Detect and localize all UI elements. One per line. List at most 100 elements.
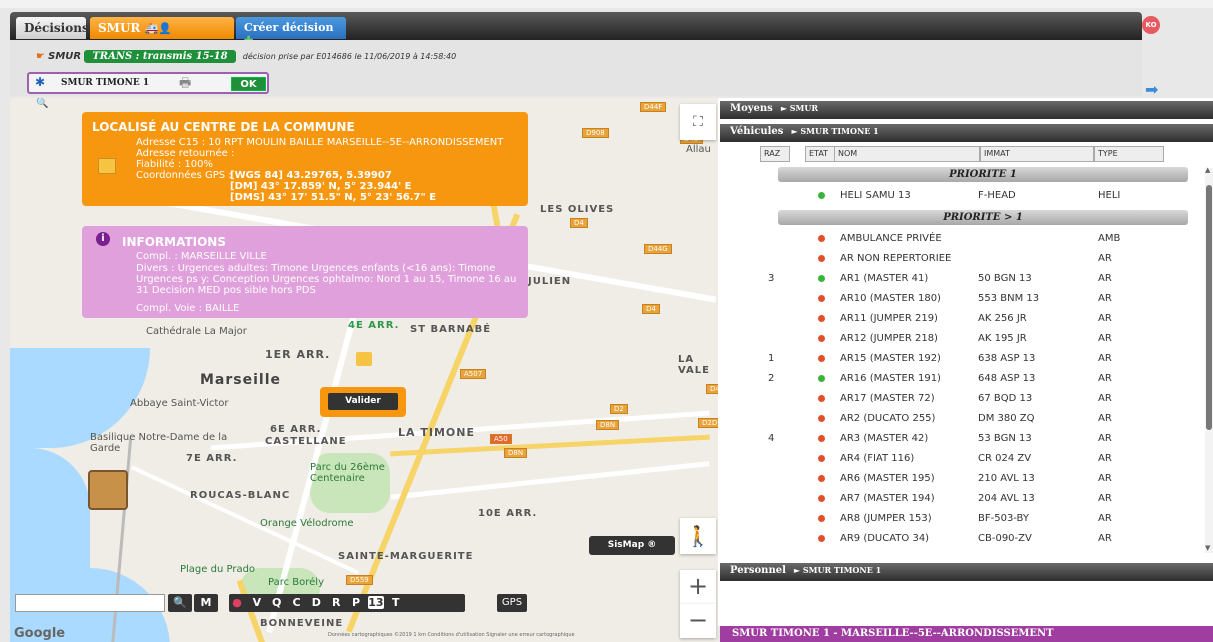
ambulance-icon: 🚑👤 bbox=[144, 22, 172, 35]
vehicle-row[interactable]: AR8 (JUMPER 153) BF-503-BY AR bbox=[720, 509, 1200, 528]
vehicle-immat: AK 195 JR bbox=[978, 333, 1027, 344]
map-label: 4E ARR. bbox=[348, 320, 400, 331]
vehicle-row[interactable]: AR4 (FIAT 116) CR 024 ZV AR bbox=[720, 449, 1200, 468]
vehicle-row[interactable]: AR NON REPERTORIEE AR bbox=[720, 249, 1200, 268]
vehicle-row[interactable]: AMBULANCE PRIVÉE AMB bbox=[720, 229, 1200, 248]
moyens-sub: ► SMUR bbox=[780, 103, 819, 113]
map-label: Plage du Prado bbox=[180, 564, 256, 575]
filter-13[interactable]: 13 bbox=[367, 596, 384, 609]
fullscreen-icon[interactable]: ⛶ bbox=[680, 104, 716, 140]
personnel-header[interactable]: Personnel ► SMUR TIMONE 1 bbox=[720, 563, 1213, 581]
road-shield: D8N bbox=[504, 448, 528, 458]
map-label: Parc Borély bbox=[268, 577, 324, 588]
status-dot-icon bbox=[818, 535, 825, 542]
sismap-button[interactable]: SisMap ® bbox=[589, 536, 675, 555]
tab-create-decision[interactable]: Créer décision ✚ bbox=[236, 17, 346, 47]
vehicle-row[interactable]: AR6 (MASTER 195) 210 AVL 13 AR bbox=[720, 469, 1200, 488]
status-dot-icon bbox=[818, 255, 825, 262]
col-etat[interactable]: ETAT bbox=[805, 146, 835, 162]
magnifier-icon[interactable]: 🔍 bbox=[36, 98, 48, 109]
vehicle-row[interactable]: 3 AR1 (MASTER 41) 50 BGN 13 AR bbox=[720, 269, 1200, 288]
scroll-down-icon[interactable]: ▼ bbox=[1205, 544, 1210, 552]
hand-pointer-icon: ☛ bbox=[36, 51, 45, 62]
search-button[interactable]: 🔍 bbox=[168, 594, 192, 612]
map-pin-icon[interactable]: ● bbox=[229, 596, 245, 609]
vehicle-row[interactable]: AR17 (MASTER 72) 67 BQD 13 AR bbox=[720, 389, 1200, 408]
map-label: JULIEN bbox=[528, 276, 572, 287]
road-shield: D2 bbox=[610, 404, 628, 414]
zoom-out-button[interactable]: − bbox=[680, 604, 716, 638]
vehicle-type: AR bbox=[1098, 393, 1112, 404]
unit-footer-bar: SMUR TIMONE 1 - MARSEILLE--5E--ARRONDISS… bbox=[720, 626, 1213, 642]
vehicle-row[interactable]: AR2 (DUCATO 255) DM 380 ZQ AR bbox=[720, 409, 1200, 428]
vehicle-row[interactable]: AR9 (DUCATO 34) CB-090-ZV AR bbox=[720, 529, 1200, 548]
map-label: Basilique Notre-Dame de la Garde bbox=[90, 432, 228, 454]
col-nom[interactable]: NOM bbox=[834, 146, 980, 162]
vehicle-type: AR bbox=[1098, 413, 1112, 424]
status-dot-icon bbox=[818, 355, 825, 362]
info-voie: Compl. Voie : BAILLE bbox=[136, 303, 240, 314]
vehicle-row[interactable]: AR10 (MASTER 180) 553 BNM 13 AR bbox=[720, 289, 1200, 308]
vehicle-row[interactable]: 4 AR3 (MASTER 42) 53 BGN 13 AR bbox=[720, 429, 1200, 448]
folder-info-icon bbox=[98, 158, 116, 174]
tab-decisions[interactable]: Décisions bbox=[16, 17, 89, 39]
vehicle-type: AR bbox=[1098, 273, 1112, 284]
top-strip bbox=[0, 0, 1213, 8]
informations-title: INFORMATIONS bbox=[122, 235, 226, 249]
filter-p[interactable]: P bbox=[348, 596, 364, 609]
vehicle-type: AR bbox=[1098, 313, 1112, 324]
tab-smur[interactable]: SMUR 🚑👤 bbox=[90, 17, 234, 39]
filter-t[interactable]: T bbox=[388, 596, 404, 609]
google-logo: Google bbox=[14, 626, 66, 641]
vehicle-type: AR bbox=[1098, 293, 1112, 304]
filter-q[interactable]: Q bbox=[269, 596, 285, 609]
vehicle-raz: 1 bbox=[768, 353, 775, 364]
filter-r[interactable]: R bbox=[328, 596, 344, 609]
priority-2-group[interactable]: PRIORITE > 1 bbox=[778, 210, 1188, 225]
vehicle-immat: 50 BGN 13 bbox=[978, 273, 1032, 284]
treasure-chest-icon[interactable] bbox=[88, 470, 128, 510]
valider-button[interactable]: Valider bbox=[328, 393, 398, 410]
vehicle-row[interactable]: AR12 (JUMPER 218) AK 195 JR AR bbox=[720, 329, 1200, 348]
vehicle-row[interactable]: HELI SAMU 13 F-HEAD HELI bbox=[720, 186, 1200, 205]
pegman-icon[interactable]: 🚶 bbox=[680, 518, 716, 554]
scroll-up-icon[interactable]: ▲ bbox=[1205, 166, 1210, 174]
gps-button[interactable]: GPS bbox=[497, 594, 527, 612]
map-label: Parc du 26ème Centenaire bbox=[310, 462, 385, 484]
map-attribution[interactable]: Données cartographiques ©2019 1 km Condi… bbox=[328, 632, 575, 638]
folder-marker-icon[interactable] bbox=[356, 352, 372, 366]
vehicle-immat: CB-090-ZV bbox=[978, 533, 1032, 544]
vehicle-name: AR6 (MASTER 195) bbox=[840, 473, 935, 484]
ko-button[interactable]: KO bbox=[1142, 16, 1160, 34]
vehicle-name: AR1 (MASTER 41) bbox=[840, 273, 929, 284]
vehicle-row[interactable]: 1 AR15 (MASTER 192) 638 ASP 13 AR bbox=[720, 349, 1200, 368]
scrollbar-thumb[interactable] bbox=[1206, 185, 1212, 430]
printer-icon[interactable]: 🖶 bbox=[179, 74, 191, 96]
localisation-panel: LOCALISÉ AU CENTRE DE LA COMMUNE Adresse… bbox=[82, 112, 528, 206]
map-label: LA TIMONE bbox=[398, 426, 475, 439]
arrow-right-icon[interactable]: ➡ bbox=[1145, 80, 1158, 99]
status-dot-icon bbox=[818, 375, 825, 382]
status-dot-icon bbox=[818, 475, 825, 482]
vehicle-type: AR bbox=[1098, 433, 1112, 444]
vehicle-row[interactable]: AR7 (MASTER 194) 204 AVL 13 AR bbox=[720, 489, 1200, 508]
zoom-in-button[interactable]: + bbox=[680, 570, 716, 604]
address-search-input[interactable] bbox=[15, 594, 165, 612]
filter-v[interactable]: V bbox=[249, 596, 265, 609]
vehicle-row[interactable]: 2 AR16 (MASTER 191) 648 ASP 13 AR bbox=[720, 369, 1200, 388]
col-immat[interactable]: IMMAT bbox=[980, 146, 1094, 162]
col-raz[interactable]: RAZ bbox=[760, 146, 790, 162]
ok-button[interactable]: OK bbox=[231, 77, 266, 91]
filter-d[interactable]: D bbox=[308, 596, 324, 609]
filter-c[interactable]: C bbox=[289, 596, 305, 609]
priority-1-group[interactable]: PRIORITE 1 bbox=[778, 167, 1188, 182]
m-button[interactable]: M bbox=[194, 594, 218, 612]
moyens-header[interactable]: Moyens ► SMUR bbox=[720, 101, 1213, 119]
vehicle-name: AR16 (MASTER 191) bbox=[840, 373, 941, 384]
vehicle-name: AR10 (MASTER 180) bbox=[840, 293, 941, 304]
vehicules-header[interactable]: Véhicules ► SMUR TIMONE 1 bbox=[720, 124, 1213, 142]
col-type[interactable]: TYPE bbox=[1094, 146, 1164, 162]
vehicle-row[interactable]: AR11 (JUMPER 219) AK 256 JR AR bbox=[720, 309, 1200, 328]
status-dot-icon bbox=[818, 235, 825, 242]
tab-smur-label: SMUR bbox=[98, 21, 141, 35]
